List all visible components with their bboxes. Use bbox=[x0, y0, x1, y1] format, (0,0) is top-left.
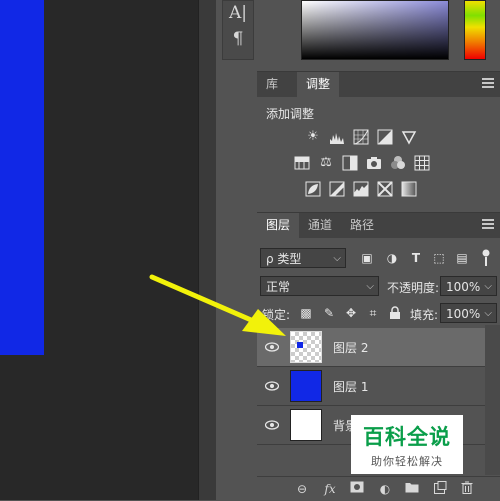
tab-library[interactable]: 库 bbox=[257, 72, 287, 97]
tab-paths[interactable]: 路径 bbox=[341, 213, 383, 238]
black-white-icon[interactable] bbox=[342, 155, 358, 171]
panel-divider bbox=[198, 0, 217, 500]
watermark-title: 百科全说 bbox=[363, 425, 451, 449]
chevron-down-icon: ⌵ bbox=[366, 281, 374, 292]
tab-channels[interactable]: 通道 bbox=[299, 213, 341, 238]
yellow-arrow-annotation bbox=[149, 274, 286, 336]
fill-label: 填充: bbox=[410, 308, 439, 322]
panel-dock-gap bbox=[216, 0, 258, 500]
opacity-field[interactable]: 100% ⌵ bbox=[440, 276, 497, 296]
color-balance-icon[interactable]: ⚖ bbox=[318, 155, 334, 171]
lock-artboard-icon[interactable]: ⌗ bbox=[366, 306, 380, 320]
gradient-map-icon[interactable] bbox=[401, 181, 417, 197]
channel-mixer-icon[interactable] bbox=[390, 155, 406, 171]
lock-position-move-icon[interactable]: ✥ bbox=[344, 306, 358, 320]
adjustments-title: 添加调整 bbox=[266, 107, 315, 121]
brightness-contrast-icon[interactable]: ☀ bbox=[305, 129, 321, 145]
panel-menu-icon[interactable] bbox=[482, 219, 494, 231]
selective-color-icon[interactable] bbox=[377, 181, 393, 197]
tab-adjustments[interactable]: 调整 bbox=[297, 72, 340, 97]
opacity-value: 100% bbox=[446, 280, 481, 294]
fx-icon[interactable]: fx bbox=[322, 481, 338, 497]
eye-visibility-icon[interactable] bbox=[265, 419, 279, 431]
threshold-icon[interactable] bbox=[353, 181, 369, 197]
levels-icon[interactable] bbox=[329, 129, 345, 145]
filter-kind-label: ρ 类型 bbox=[266, 252, 302, 266]
trash-icon[interactable] bbox=[459, 481, 475, 497]
lock-transparent-icon[interactable]: ▩ bbox=[299, 306, 313, 320]
exposure-icon[interactable] bbox=[377, 129, 393, 145]
collapsed-panel-strip: A| ¶ bbox=[222, 0, 254, 60]
layers-footer: ⊖ fx ◐ bbox=[257, 476, 500, 501]
color-lookup-icon[interactable] bbox=[414, 155, 430, 171]
layer-name: 图层 2 bbox=[333, 341, 369, 355]
eye-visibility-icon[interactable] bbox=[265, 380, 279, 392]
hue-slider[interactable] bbox=[464, 0, 486, 60]
group-folder-icon[interactable] bbox=[404, 481, 420, 497]
layer-row-layer-1[interactable]: 图层 1 bbox=[257, 367, 485, 406]
color-saturation-field[interactable] bbox=[301, 0, 449, 60]
filter-smart-object-icon[interactable]: ▤ bbox=[455, 251, 469, 265]
layer-thumbnail-white bbox=[290, 409, 322, 441]
filter-pixel-icon[interactable]: ▣ bbox=[360, 251, 374, 265]
chevron-down-icon: ⌵ bbox=[484, 281, 492, 292]
layers-scrollbar[interactable] bbox=[485, 325, 500, 475]
filter-toggle-icon[interactable] bbox=[481, 249, 491, 266]
adjust-tab-bar: 库 调整 bbox=[257, 72, 500, 97]
blue-layer-content bbox=[0, 0, 44, 355]
adjustments-panel: 库 调整 添加调整 ☀ ⚖ bbox=[257, 71, 500, 209]
lock-image-brush-icon[interactable]: ✎ bbox=[322, 306, 336, 320]
paragraph-panel-icon[interactable]: ¶ bbox=[223, 29, 253, 49]
site-watermark: 百科全说 助你轻松解决 bbox=[351, 415, 463, 474]
vibrance-icon[interactable] bbox=[401, 129, 417, 145]
chevron-down-icon: ⌵ bbox=[333, 253, 341, 264]
character-panel-icon[interactable]: A| bbox=[223, 3, 253, 23]
watermark-subtitle: 助你轻松解决 bbox=[371, 455, 443, 468]
fill-value: 100% bbox=[446, 307, 481, 321]
adjustment-layer-icon[interactable]: ◐ bbox=[377, 481, 393, 497]
posterize-icon[interactable] bbox=[329, 181, 345, 197]
chevron-down-icon: ⌵ bbox=[484, 308, 492, 319]
new-layer-icon[interactable] bbox=[432, 481, 448, 497]
mask-icon[interactable] bbox=[349, 481, 365, 497]
fill-field[interactable]: 100% ⌵ bbox=[440, 303, 497, 323]
layer-name: 图层 1 bbox=[333, 380, 369, 394]
link-icon[interactable]: ⊖ bbox=[294, 481, 310, 497]
invert-icon[interactable] bbox=[305, 181, 321, 197]
photo-filter-icon[interactable] bbox=[366, 155, 382, 171]
curves-icon[interactable] bbox=[353, 129, 369, 145]
layer-thumbnail-blue bbox=[290, 370, 322, 402]
hue-saturation-icon[interactable] bbox=[294, 155, 310, 171]
layers-tab-bar: 图层 通道 路径 bbox=[257, 213, 500, 238]
panel-menu-icon[interactable] bbox=[482, 78, 494, 90]
filter-shape-icon[interactable]: ⬚ bbox=[432, 251, 446, 265]
filter-adjustment-icon[interactable]: ◑ bbox=[385, 251, 399, 265]
tab-layers[interactable]: 图层 bbox=[257, 213, 300, 238]
filter-type-icon[interactable]: T bbox=[409, 251, 423, 265]
lock-all-icon[interactable] bbox=[388, 306, 402, 320]
opacity-label: 不透明度: bbox=[387, 281, 440, 295]
